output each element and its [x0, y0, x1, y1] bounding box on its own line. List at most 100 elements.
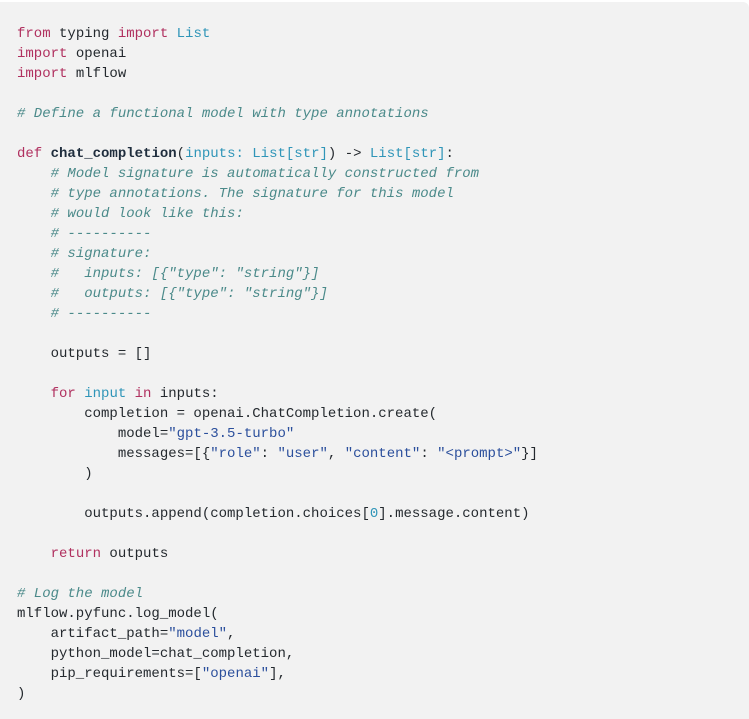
builtin-token: List — [176, 26, 211, 42]
keyword-token: from — [17, 26, 51, 42]
code-line: outputs = [] — [17, 344, 749, 364]
keyword-token: import — [117, 26, 169, 42]
keyword-token: return — [50, 546, 102, 562]
text-token: pip_requirements=[ — [17, 666, 202, 682]
text-token: : — [260, 446, 278, 462]
keyword-token: def — [17, 146, 43, 162]
code-line: return outputs — [17, 544, 749, 564]
string-token: "role" — [210, 446, 261, 462]
text-token: ) -> — [327, 146, 370, 162]
string-token: "content" — [344, 446, 421, 462]
code-line: # outputs: [{"type": "string"}] — [17, 284, 749, 304]
text-token: model= — [17, 426, 169, 442]
string-token: "model" — [168, 626, 228, 642]
code-line: pip_requirements=["openai"], — [17, 664, 749, 684]
text-token: mlflow — [67, 66, 127, 82]
comment-token: # Log the model — [17, 586, 144, 602]
string-token: "gpt-3.5-turbo" — [168, 426, 295, 442]
code-line: artifact_path="model", — [17, 624, 749, 644]
code-line: ) — [17, 464, 749, 484]
code-line: mlflow.pyfunc.log_model( — [17, 604, 749, 624]
text-token: typing — [50, 26, 118, 42]
comment-token: # Define a functional model with type an… — [17, 106, 429, 122]
code-line: model="gpt-3.5-turbo" — [17, 424, 749, 444]
code-block: from typing import List import openai impo… — [0, 2, 749, 719]
keyword-token: for — [50, 386, 76, 402]
code-line: # ---------- — [17, 304, 749, 324]
builtin-token: inputs: List[str] — [185, 146, 328, 162]
keyword-token: in — [134, 386, 152, 402]
comment-token: # ---------- — [50, 306, 152, 322]
text-token: ( — [176, 146, 186, 162]
text-token: outputs — [101, 546, 169, 562]
comment-token: # ---------- — [50, 226, 152, 242]
function-name-token: chat_completion — [50, 146, 177, 162]
text-token: }] — [521, 446, 538, 462]
text-token: openai — [67, 46, 127, 62]
text-token: completion = openai.ChatCompletion.creat… — [17, 406, 438, 422]
string-token: "user" — [277, 446, 328, 462]
text-token: mlflow.pyfunc.log_model( — [17, 606, 219, 622]
text-token: ) — [17, 466, 93, 482]
comment-token: # inputs: [{"type": "string"}] — [50, 266, 320, 282]
code-line: ) — [17, 684, 749, 704]
text-token: ], — [269, 666, 286, 682]
comment-token: # type annotations. The signature for th… — [50, 186, 454, 202]
text-token: outputs = [] — [17, 346, 152, 362]
code-line: completion = openai.ChatCompletion.creat… — [17, 404, 749, 424]
code-line: from typing import List — [17, 24, 749, 44]
text-token: : — [420, 446, 438, 462]
string-token: "openai" — [201, 666, 270, 682]
code-line: # inputs: [{"type": "string"}] — [17, 264, 749, 284]
text-token: ) — [17, 686, 26, 702]
code-line: import mlflow — [17, 64, 749, 84]
code-line: # Model signature is automatically const… — [17, 164, 749, 184]
code-line: # Define a functional model with type an… — [17, 104, 749, 124]
code-line: # signature: — [17, 244, 749, 264]
keyword-token: import — [17, 46, 68, 62]
text-token: inputs: — [151, 386, 219, 402]
code-line: messages=[{"role": "user", "content": "<… — [17, 444, 749, 464]
text-token: ].message.content) — [378, 506, 530, 522]
text-token: : — [445, 146, 454, 162]
keyword-token: import — [17, 66, 68, 82]
code-line: # type annotations. The signature for th… — [17, 184, 749, 204]
code-line: for input in inputs: — [17, 384, 749, 404]
builtin-token: List[str] — [369, 146, 446, 162]
number-token: 0 — [369, 506, 379, 522]
builtin-token: input — [84, 386, 127, 402]
string-token: "<prompt>" — [437, 446, 522, 462]
comment-token: # signature: — [50, 246, 152, 262]
code-listing: from typing import List import openai impo… — [17, 24, 749, 704]
comment-token: # would look like this: — [50, 206, 244, 222]
code-line: python_model=chat_completion, — [17, 644, 749, 664]
text-token: , — [227, 626, 236, 642]
code-line: # Log the model — [17, 584, 749, 604]
text-token: , — [327, 446, 345, 462]
code-line: import openai — [17, 44, 749, 64]
text-token: outputs.append(completion.choices[ — [17, 506, 370, 522]
text-token: artifact_path= — [17, 626, 169, 642]
code-line: def chat_completion(inputs: List[str]) -… — [17, 144, 749, 164]
code-line: outputs.append(completion.choices[0].mes… — [17, 504, 749, 524]
